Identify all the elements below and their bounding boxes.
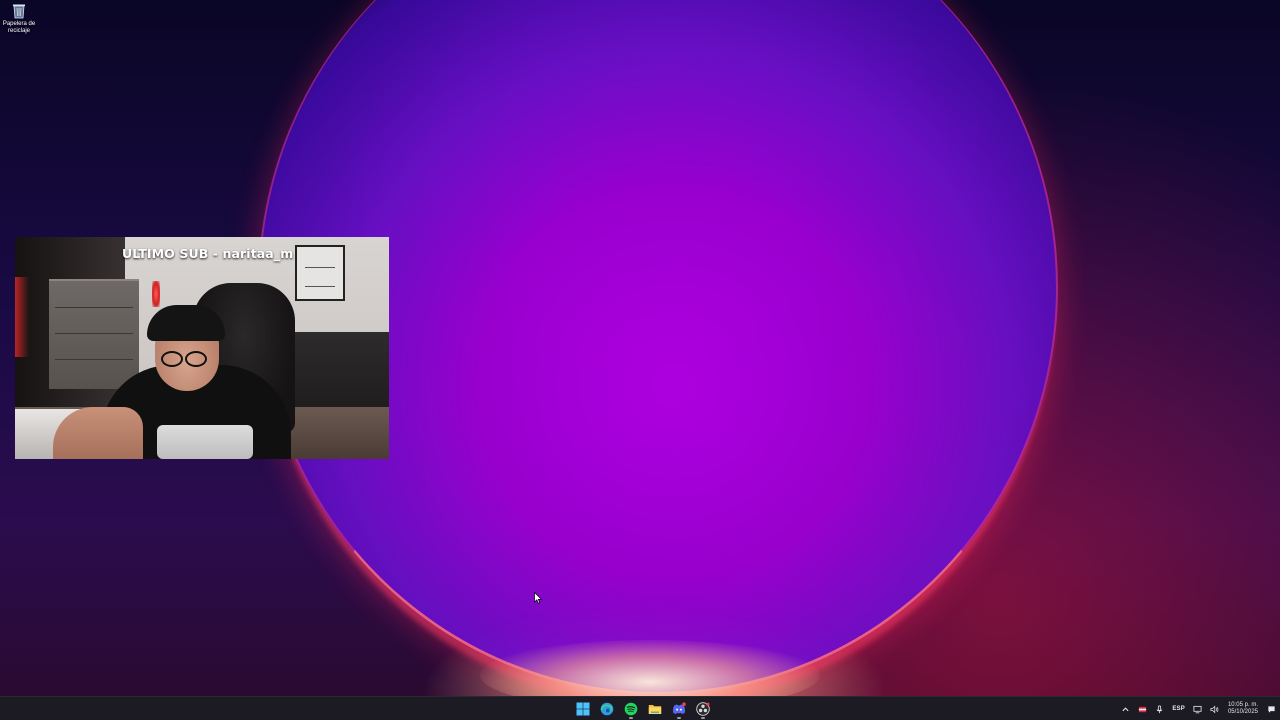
taskbar-edge-button[interactable] (598, 698, 616, 720)
taskbar-spotify-button[interactable] (622, 698, 640, 720)
desktop-icon-label: Papelera de reciclaje (2, 21, 36, 34)
tray-clock[interactable]: 10:05 p. m. 05/10/2025 (1223, 697, 1263, 721)
desktop-background[interactable]: Papelera de reciclaje ULTIMO SUB - narit… (0, 0, 1280, 696)
webcam-overlay: ULTIMO SUB - naritaa_m (15, 237, 389, 459)
recycle-bin-icon (13, 4, 25, 19)
webcam-person-cap (147, 305, 225, 341)
webcam-shirt-print (157, 425, 253, 459)
tray-overflow-button[interactable] (1117, 697, 1134, 721)
tray-microphone-button[interactable] (1151, 697, 1168, 721)
tray-date: 05/10/2025 (1227, 709, 1258, 715)
webcam-red-lamp (152, 281, 160, 307)
mouse-cursor-icon (534, 592, 542, 604)
tray-language-indicator[interactable]: ESP (1168, 697, 1189, 721)
webcam-red-glow (15, 277, 29, 357)
edge-browser-icon (600, 702, 614, 716)
tray-time: 10:05 p. m. (1227, 702, 1258, 708)
flag-app-icon (1139, 706, 1147, 712)
tray-app-flag-button[interactable] (1134, 697, 1151, 721)
taskbar-start-button[interactable] (574, 698, 592, 720)
webcam-person-glasses (161, 351, 207, 367)
webcam-wall-frame (295, 245, 345, 301)
microphone-icon (1157, 704, 1163, 713)
tray-volume-button[interactable] (1206, 697, 1223, 721)
tray-network-button[interactable] (1189, 697, 1206, 721)
windows-start-icon (576, 702, 590, 716)
taskbar-apps (574, 697, 712, 721)
webcam-caption: ULTIMO SUB - naritaa_m (122, 246, 294, 261)
webcam-dresser (49, 279, 139, 389)
desktop-icon-recycle-bin[interactable]: Papelera de reciclaje (0, 3, 38, 35)
tray-notifications-button[interactable] (1263, 697, 1280, 721)
taskbar-file-explorer-button[interactable] (646, 698, 664, 720)
chevron-up-icon (1122, 706, 1129, 711)
notification-icon (1268, 705, 1275, 713)
taskbar-discord-button[interactable] (670, 698, 688, 720)
volume-icon (1210, 705, 1219, 713)
obs-studio-icon (696, 702, 710, 716)
discord-icon (672, 702, 686, 714)
running-indicator (677, 717, 681, 719)
taskbar-obs-button[interactable] (694, 698, 712, 720)
folder-icon (648, 705, 662, 714)
taskbar: ESP 10:05 p. m. 05/10/2025 (0, 696, 1280, 720)
system-tray: ESP 10:05 p. m. 05/10/2025 (1117, 697, 1280, 721)
running-indicator (629, 717, 633, 719)
running-indicator (701, 717, 705, 719)
spotify-icon (624, 702, 638, 716)
network-icon (1193, 705, 1202, 713)
